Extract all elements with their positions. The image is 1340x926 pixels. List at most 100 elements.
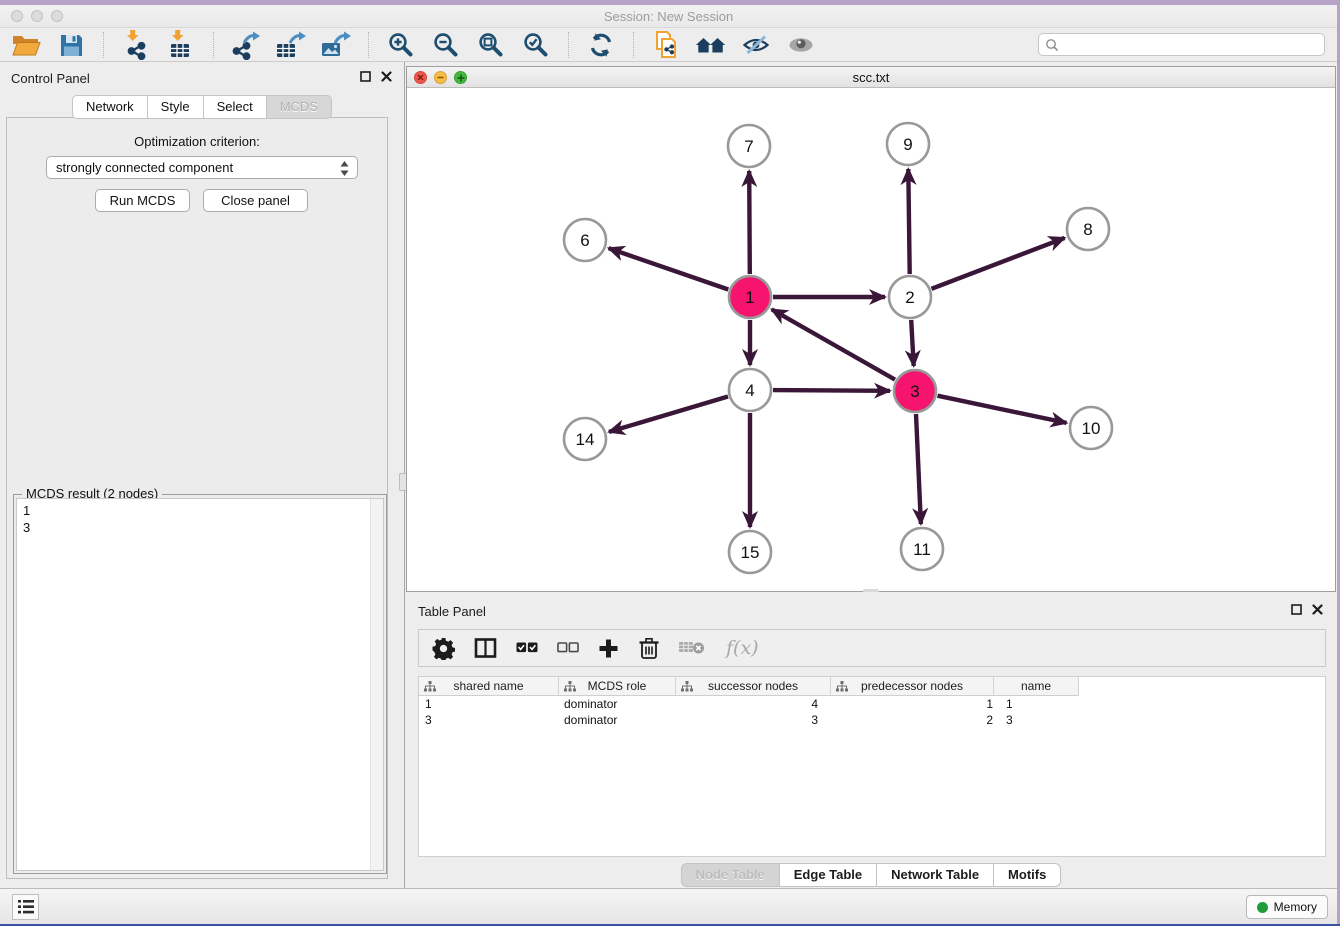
export-image-icon[interactable] bbox=[320, 30, 352, 60]
hide-selected-icon[interactable] bbox=[740, 30, 772, 60]
toolbar-separator bbox=[103, 32, 104, 58]
edge-4-14[interactable] bbox=[609, 397, 728, 432]
table-cell: 2 bbox=[834, 712, 998, 728]
deselect-all-rows-icon[interactable] bbox=[557, 634, 579, 662]
graph-node-3[interactable]: 3 bbox=[894, 370, 936, 412]
open-file-icon[interactable] bbox=[10, 30, 42, 60]
graph-node-10[interactable]: 10 bbox=[1070, 407, 1112, 449]
zoom-in-icon[interactable] bbox=[385, 30, 417, 60]
graph-node-8[interactable]: 8 bbox=[1067, 208, 1109, 250]
toolbar-separator bbox=[368, 32, 369, 58]
window-titlebar[interactable]: Session: New Session bbox=[0, 5, 1337, 28]
memory-status-icon bbox=[1257, 902, 1268, 913]
graph-node-2[interactable]: 2 bbox=[889, 276, 931, 318]
memory-button[interactable]: Memory bbox=[1246, 895, 1328, 919]
table-cell: dominator bbox=[560, 712, 678, 728]
result-line: 1 bbox=[23, 502, 383, 519]
column-label: successor nodes bbox=[708, 679, 798, 693]
graph-node-9[interactable]: 9 bbox=[887, 123, 929, 165]
table-row[interactable]: 3dominator323 bbox=[419, 712, 1325, 728]
add-column-icon[interactable] bbox=[598, 634, 619, 662]
edge-3-10[interactable] bbox=[938, 396, 1067, 423]
split-table-icon[interactable] bbox=[474, 634, 497, 662]
float-table-panel-icon[interactable] bbox=[1291, 604, 1302, 615]
svg-text:1: 1 bbox=[745, 288, 754, 307]
tab-edge-table[interactable]: Edge Table bbox=[779, 863, 877, 887]
edge-1-7[interactable] bbox=[749, 171, 750, 274]
tab-node-table[interactable]: Node Table bbox=[681, 863, 780, 887]
network-canvas[interactable]: 7 9 6 8 1 2 4 3 14 10 15 11 bbox=[407, 88, 1335, 591]
zoom-selected-icon[interactable] bbox=[520, 30, 552, 60]
node-table[interactable]: shared name MCDS role successor nodes pr… bbox=[418, 676, 1326, 857]
graph-node-15[interactable]: 15 bbox=[729, 531, 771, 573]
table-cell: 1 bbox=[834, 696, 998, 712]
network-window-titlebar[interactable]: scc.txt bbox=[407, 67, 1335, 88]
task-history-button[interactable] bbox=[12, 894, 39, 920]
export-network-icon[interactable] bbox=[230, 30, 262, 60]
column-header-predecessor-nodes[interactable]: predecessor nodes bbox=[831, 677, 994, 696]
column-header-shared-name[interactable]: shared name bbox=[419, 677, 559, 696]
column-label: predecessor nodes bbox=[861, 679, 963, 693]
close-panel-button[interactable]: Close panel bbox=[203, 189, 308, 212]
table-row[interactable]: 1dominator411 bbox=[419, 696, 1325, 712]
search-input[interactable] bbox=[1059, 35, 1324, 54]
tab-mcds[interactable]: MCDS bbox=[266, 95, 332, 119]
edge-2-8[interactable] bbox=[932, 238, 1065, 289]
close-panel-icon[interactable] bbox=[381, 71, 392, 82]
float-panel-icon[interactable] bbox=[360, 71, 371, 82]
export-table-icon[interactable] bbox=[275, 30, 307, 60]
tab-network-table[interactable]: Network Table bbox=[876, 863, 994, 887]
save-session-icon[interactable] bbox=[55, 30, 87, 60]
mcds-result-group: MCDS result (2 nodes) 13 bbox=[13, 494, 387, 874]
graph-node-11[interactable]: 11 bbox=[901, 528, 943, 570]
refresh-icon[interactable] bbox=[585, 30, 617, 60]
edge-3-1[interactable] bbox=[772, 309, 895, 379]
column-header-MCDS-role[interactable]: MCDS role bbox=[559, 677, 676, 696]
column-header-successor-nodes[interactable]: successor nodes bbox=[676, 677, 831, 696]
graph-node-1[interactable]: 1 bbox=[729, 276, 771, 318]
tab-motifs[interactable]: Motifs bbox=[993, 863, 1061, 887]
network-graph[interactable]: 7 9 6 8 1 2 4 3 14 10 15 11 bbox=[407, 88, 1335, 591]
first-neighbors-icon[interactable] bbox=[695, 30, 727, 60]
select-all-rows-icon[interactable] bbox=[516, 634, 538, 662]
edge-1-6[interactable] bbox=[609, 248, 729, 289]
network-window-title: scc.txt bbox=[407, 70, 1335, 85]
zoom-fit-content-icon[interactable] bbox=[475, 30, 507, 60]
mcds-result-textarea[interactable]: 13 bbox=[16, 498, 384, 871]
edge-4-3[interactable] bbox=[773, 390, 890, 391]
edge-3-11[interactable] bbox=[916, 414, 921, 524]
tab-style[interactable]: Style bbox=[147, 95, 204, 119]
search-icon bbox=[1045, 38, 1059, 52]
import-network-from-file-icon[interactable] bbox=[120, 30, 152, 60]
column-header-name[interactable]: name bbox=[994, 677, 1079, 696]
control-panel: Control Panel NetworkStyleSelectMCDS Opt… bbox=[0, 62, 404, 888]
network-view-window[interactable]: scc.txt 7 9 6 8 1 2 4 3 14 10 15 bbox=[406, 66, 1336, 592]
control-panel-tabs: NetworkStyleSelectMCDS bbox=[0, 95, 404, 119]
zoom-out-icon[interactable] bbox=[430, 30, 462, 60]
run-mcds-button[interactable]: Run MCDS bbox=[95, 189, 190, 212]
delete-column-icon[interactable] bbox=[638, 634, 660, 662]
edge-2-9[interactable] bbox=[908, 169, 909, 274]
table-cell: 4 bbox=[678, 696, 834, 712]
tab-select[interactable]: Select bbox=[203, 95, 267, 119]
table-cell: dominator bbox=[560, 696, 678, 712]
import-table-from-file-icon[interactable] bbox=[165, 30, 197, 60]
close-table-panel-icon[interactable] bbox=[1312, 604, 1323, 615]
copy-network-document-icon[interactable] bbox=[650, 30, 682, 60]
graph-node-7[interactable]: 7 bbox=[728, 125, 770, 167]
result-scrollbar[interactable] bbox=[370, 499, 383, 870]
function-builder-icon[interactable]: f(x) bbox=[724, 634, 758, 662]
search-box[interactable] bbox=[1038, 33, 1325, 56]
svg-text:6: 6 bbox=[580, 231, 589, 250]
delete-table-icon[interactable] bbox=[679, 634, 705, 662]
graph-node-4[interactable]: 4 bbox=[729, 369, 771, 411]
graph-node-14[interactable]: 14 bbox=[564, 418, 606, 460]
graph-node-6[interactable]: 6 bbox=[564, 219, 606, 261]
svg-text:15: 15 bbox=[741, 543, 760, 562]
criterion-dropdown[interactable]: strongly connected component bbox=[46, 156, 358, 179]
table-settings-icon[interactable] bbox=[432, 634, 455, 662]
edge-2-3[interactable] bbox=[911, 320, 914, 366]
tab-network[interactable]: Network bbox=[72, 95, 148, 119]
show-all-icon[interactable] bbox=[785, 30, 817, 60]
table-rows: 1dominator4113dominator323 bbox=[419, 696, 1325, 728]
